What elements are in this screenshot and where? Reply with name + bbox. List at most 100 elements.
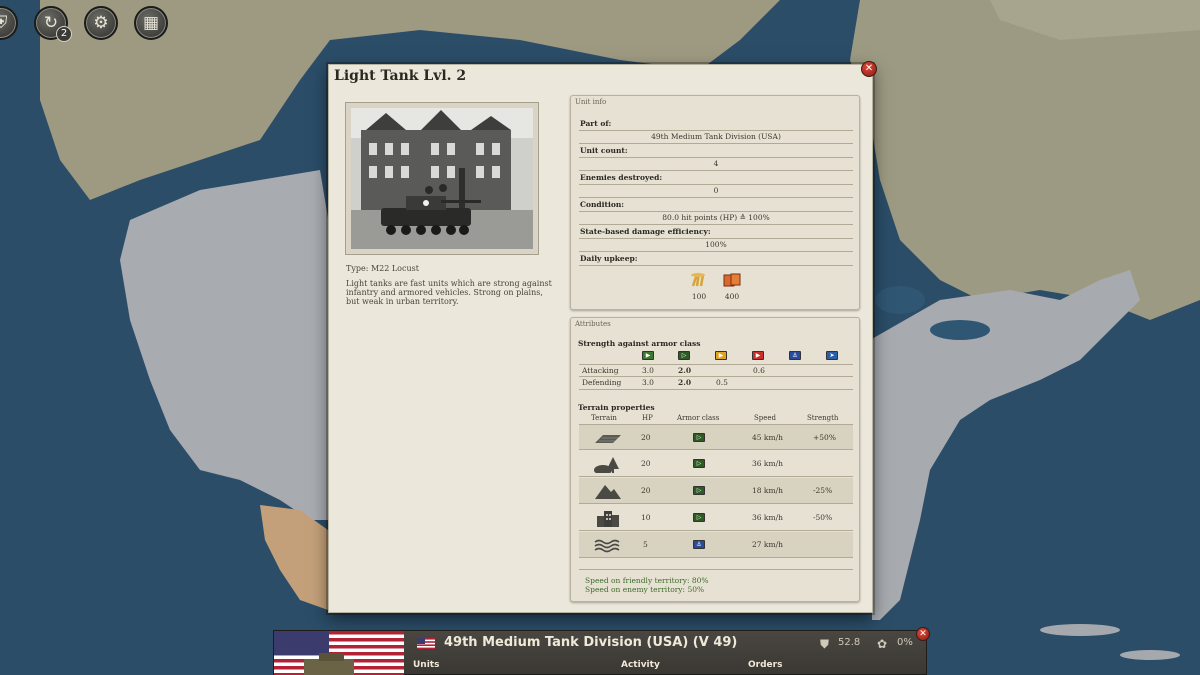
info-key: Daily upkeep: (579, 253, 853, 266)
terrain-speed: 18 km/h (752, 486, 783, 495)
forest-icon (594, 457, 619, 473)
terrain-section-title: Terrain properties (578, 403, 655, 412)
unarmored-armor-icon: ▷ (693, 513, 705, 522)
info-value: 49th Medium Tank Division (USA) (579, 131, 853, 144)
army-glyph: ⛨ (0, 13, 8, 33)
terrain-hp: 5 (643, 540, 648, 549)
terrain-hp: 20 (641, 459, 651, 468)
division-title: 49th Medium Tank Division (USA) (V 49) (444, 635, 738, 650)
usa-mini-flag (417, 638, 435, 649)
unit-info-label: Unit info (575, 98, 607, 106)
food-upkeep-value: 100 (691, 292, 707, 301)
tank-photo-image (351, 108, 533, 249)
morale-icon: ✿ (877, 637, 888, 651)
divider (579, 569, 853, 570)
unarmored-armor-icon: ▷ (678, 351, 690, 360)
strength-row-label: Defending (582, 378, 622, 387)
strength-value: 2.0 (678, 366, 692, 375)
terrain-speed: 36 km/h (752, 513, 783, 522)
goods-icon (723, 273, 741, 287)
info-key: Enemies destroyed: (579, 172, 853, 185)
strength-value: 3.0 (642, 378, 654, 387)
speed-header: Speed (754, 414, 777, 422)
terrain-row-urban: 10 ▷ 36 km/h -50% (579, 505, 853, 531)
light-armor-icon: ▶ (715, 351, 727, 360)
terrain-speed: 27 km/h (752, 540, 783, 549)
calendar-glyph: ▦ (142, 13, 160, 33)
terrain-strength: +50% (813, 433, 836, 442)
strength-value: 0.5 (716, 378, 728, 387)
hp-header: HP (642, 414, 653, 422)
usa-flag-banner (274, 631, 404, 675)
dialog-title: Light Tank Lvl. 2 (334, 68, 467, 84)
info-row-enemies-destroyed: Enemies destroyed: 0 (579, 172, 853, 198)
terrain-strength: -50% (813, 513, 833, 522)
terrain-row-forest: 20 ▷ 36 km/h (579, 451, 853, 477)
speed-friendly-note: Speed on friendly territory: 80% (585, 576, 709, 585)
goods-upkeep-value: 400 (724, 292, 740, 301)
terrain-strength: -25% (813, 486, 833, 495)
sea-icon (594, 539, 620, 553)
terrain-hp: 10 (641, 513, 651, 522)
naval-armor-icon: ⚓ (789, 351, 801, 360)
unarmored-armor-icon: ▷ (693, 433, 705, 442)
terrain-hp: 20 (641, 433, 651, 442)
unit-photo (345, 102, 539, 255)
strength-section-title: Strength against armor class (578, 339, 701, 348)
plains-icon (595, 435, 621, 443)
strength-row-label: Attacking (582, 366, 619, 375)
tab-units[interactable]: Units (413, 660, 439, 670)
info-value: 80.0 hit points (HP) ≙ 100% (579, 212, 853, 225)
info-value: 4 (579, 158, 853, 171)
info-row-daily-upkeep: Daily upkeep: (579, 253, 853, 266)
infantry-armor-icon: ▶ (642, 351, 654, 360)
strength-icon: ⛊ (820, 637, 830, 651)
research-icon[interactable]: ⚙ (84, 6, 118, 40)
unit-info-dialog: Light Tank Lvl. 2 ✕ Type: M22 Locust Lig… (328, 61, 877, 613)
terrain-row-mountains: 20 ▷ 18 km/h -25% (579, 478, 853, 504)
info-row-damage-efficiency: State-based damage efficiency: 100% (579, 226, 853, 252)
units-count-badge: 2 (56, 26, 72, 42)
air-armor-icon: ➤ (826, 351, 838, 360)
division-morale-value: 0% (897, 637, 913, 648)
terrain-hp: 20 (641, 486, 651, 495)
tab-orders[interactable]: Orders (748, 660, 782, 670)
terrain-row-sea: 5 ⚓ 27 km/h (579, 532, 853, 558)
terrain-row-plains: 20 ▷ 45 km/h +50% (579, 424, 853, 450)
info-key: Part of: (579, 118, 853, 131)
units-icon[interactable]: ↻ 2 (34, 6, 72, 42)
info-row-condition: Condition: 80.0 hit points (HP) ≙ 100% (579, 199, 853, 225)
mountains-icon (595, 485, 621, 499)
info-key: Unit count: (579, 145, 853, 158)
urban-icon (597, 511, 619, 527)
info-row-part-of: Part of: 49th Medium Tank Division (USA) (579, 118, 853, 144)
division-bar[interactable]: 49th Medium Tank Division (USA) (V 49) ⛊… (273, 627, 930, 675)
strength-header: Strength (807, 414, 839, 422)
close-icon[interactable]: ✕ (861, 61, 877, 77)
unit-info-panel: Unit info Part of: 49th Medium Tank Divi… (570, 95, 860, 310)
strength-value: 3.0 (642, 366, 654, 375)
info-row-unit-count: Unit count: 4 (579, 145, 853, 171)
strength-row-defending: Defending 3.0 2.0 0.5 (579, 377, 853, 390)
tab-activity[interactable]: Activity (621, 660, 660, 670)
strength-value: 0.6 (753, 366, 765, 375)
unit-type-label: Type: M22 Locust (346, 264, 419, 273)
division-close-icon[interactable]: ✕ (916, 627, 930, 641)
food-icon (691, 272, 705, 287)
unarmored-armor-icon: ▷ (693, 486, 705, 495)
info-key: State-based damage efficiency: (579, 226, 853, 239)
unarmored-armor-icon: ▷ (693, 459, 705, 468)
attributes-label: Attributes (575, 320, 611, 328)
strength-row-attacking: Attacking 3.0 2.0 0.6 (579, 364, 853, 377)
research-glyph: ⚙ (93, 13, 109, 33)
terrain-speed: 45 km/h (752, 433, 783, 442)
info-value: 0 (579, 185, 853, 198)
heavy-armor-icon: ▶ (752, 351, 764, 360)
info-value: 100% (579, 239, 853, 252)
calendar-icon[interactable]: ▦ (134, 6, 168, 40)
info-key: Condition: (579, 199, 853, 212)
unit-description: Light tanks are fast units which are str… (346, 279, 552, 306)
naval-armor-icon: ⚓ (693, 540, 705, 549)
terrain-speed: 36 km/h (752, 459, 783, 468)
attributes-panel: Attributes Strength against armor class … (570, 317, 860, 602)
